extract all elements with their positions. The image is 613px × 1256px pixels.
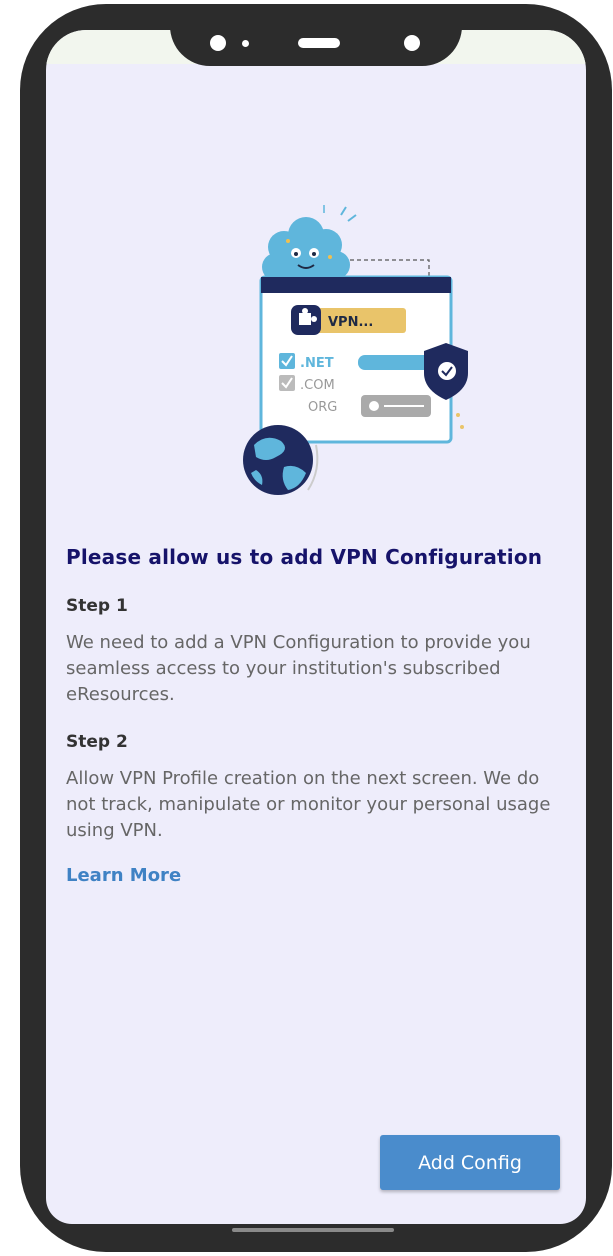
step2-label: Step 2 — [66, 732, 128, 752]
add-config-button[interactable]: Add Config — [380, 1135, 560, 1190]
step1-text: We need to add a VPN Configuration to pr… — [66, 632, 531, 705]
page-title: Please allow us to add VPN Configuration — [66, 545, 543, 569]
step2-text: Allow VPN Profile creation on the next s… — [66, 768, 551, 841]
learn-more-link[interactable]: Learn More — [66, 865, 181, 886]
step1-label: Step 1 — [66, 596, 128, 616]
content-area: Please allow us to add VPN Configuration… — [46, 30, 586, 1224]
home-indicator[interactable] — [232, 1228, 394, 1232]
